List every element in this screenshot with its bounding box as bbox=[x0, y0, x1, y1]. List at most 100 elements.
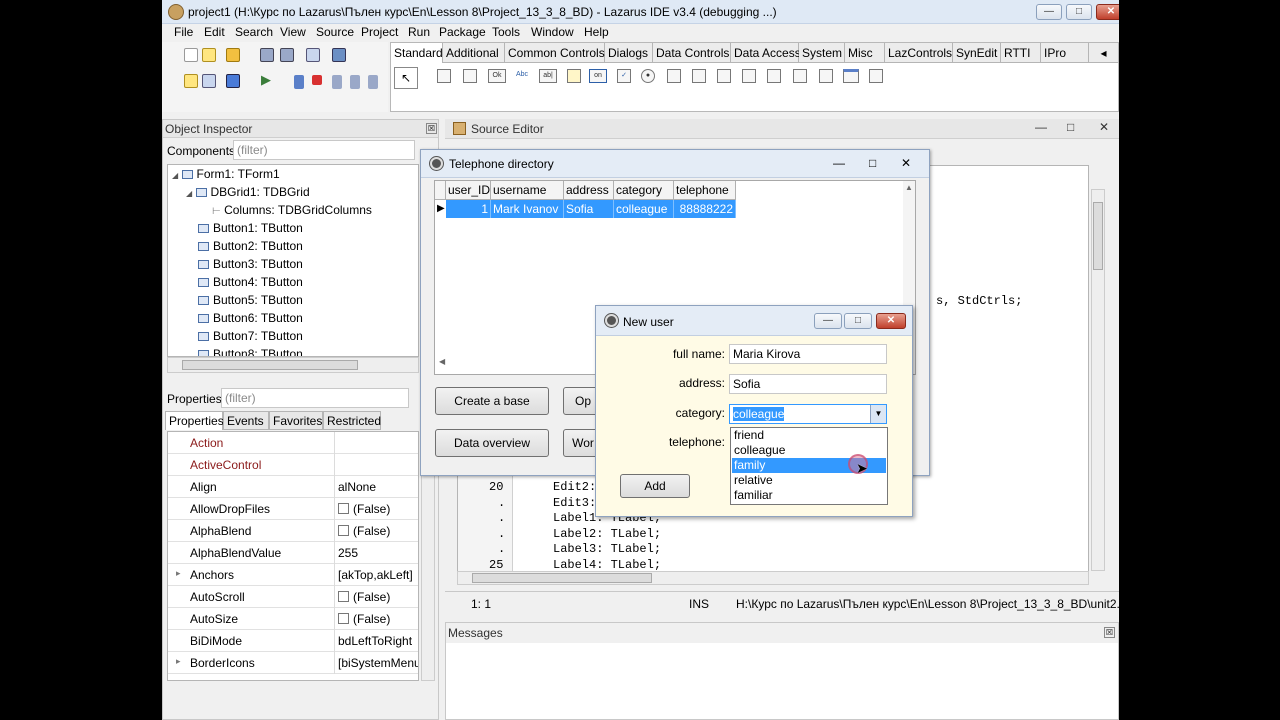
save-all-icon[interactable] bbox=[280, 48, 294, 62]
grid-scroll-left-icon[interactable]: ◀ bbox=[439, 357, 445, 366]
create-base-button[interactable]: Create a base bbox=[435, 387, 549, 415]
tactionlist-icon[interactable] bbox=[869, 69, 883, 83]
menu-window[interactable]: Window bbox=[531, 25, 574, 39]
palette-tab-common-controls[interactable]: Common Controls bbox=[505, 43, 605, 63]
palette-tab-synedit[interactable]: SynEdit bbox=[953, 43, 1001, 63]
tree-item[interactable]: Button8: TButton bbox=[198, 347, 303, 356]
tcheckbox-icon[interactable]: ✓ bbox=[617, 69, 631, 83]
checkbox[interactable] bbox=[338, 503, 349, 514]
nu-maximize-icon[interactable]: □ bbox=[844, 313, 872, 329]
tree-item[interactable]: ◢ DBGrid1: TDBGrid bbox=[186, 185, 310, 203]
tree-item[interactable]: Button3: TButton bbox=[198, 257, 303, 275]
property-row[interactable]: AllowDropFiles (False) bbox=[168, 498, 418, 520]
menu-search[interactable]: Search bbox=[235, 25, 273, 39]
new-unit-icon[interactable] bbox=[184, 48, 198, 62]
tscrollbar-icon[interactable] bbox=[717, 69, 731, 83]
tpanel-icon[interactable] bbox=[819, 69, 833, 83]
menu-project[interactable]: Project bbox=[361, 25, 398, 39]
components-filter-input[interactable]: (filter) bbox=[233, 140, 415, 160]
stop-icon[interactable] bbox=[312, 75, 322, 85]
menu-view[interactable]: View bbox=[280, 25, 306, 39]
column-header[interactable]: username bbox=[491, 181, 564, 200]
messages-close-icon[interactable]: ☒ bbox=[1104, 627, 1115, 638]
tree-item[interactable]: Button2: TButton bbox=[198, 239, 303, 257]
menu-source[interactable]: Source bbox=[316, 25, 354, 39]
se-minimize-icon[interactable]: — bbox=[1035, 120, 1047, 134]
tradiobutton-icon[interactable]: ● bbox=[641, 69, 655, 83]
code-vscrollbar[interactable] bbox=[1091, 189, 1105, 571]
checkbox[interactable] bbox=[338, 525, 349, 536]
save-icon[interactable] bbox=[260, 48, 274, 62]
palette-tab-ipro[interactable]: IPro bbox=[1041, 43, 1089, 63]
close-button[interactable]: ✕ bbox=[1096, 4, 1119, 20]
maximize-button[interactable]: □ bbox=[1066, 4, 1092, 20]
dropdown-option[interactable]: familiar bbox=[732, 488, 886, 503]
tframe-icon[interactable] bbox=[843, 69, 859, 83]
view-units-icon[interactable] bbox=[332, 48, 346, 62]
palette-tab-misc[interactable]: Misc bbox=[845, 43, 885, 63]
ttogglebox-icon[interactable]: on bbox=[589, 69, 607, 83]
view-forms-icon[interactable] bbox=[184, 74, 198, 88]
property-row[interactable]: Action bbox=[168, 432, 418, 454]
nu-minimize-icon[interactable]: — bbox=[814, 313, 842, 329]
se-maximize-icon[interactable]: □ bbox=[1067, 120, 1074, 134]
property-row[interactable]: AutoSize (False) bbox=[168, 608, 418, 630]
properties-filter-input[interactable]: (filter) bbox=[221, 388, 409, 408]
palette-tab-standard[interactable]: Standard bbox=[391, 43, 443, 63]
palette-scroll-left-icon[interactable]: ◂ bbox=[1089, 43, 1119, 63]
tree-item[interactable]: Button7: TButton bbox=[198, 329, 303, 347]
checkbox[interactable] bbox=[338, 613, 349, 624]
column-header[interactable]: telephone bbox=[674, 181, 736, 200]
fullname-field[interactable]: Maria Kirova bbox=[729, 344, 887, 364]
column-header[interactable]: address bbox=[564, 181, 614, 200]
toggle-view-icon[interactable] bbox=[202, 74, 216, 88]
tree-hscrollbar[interactable] bbox=[167, 357, 419, 373]
menu-edit[interactable]: Edit bbox=[204, 25, 225, 39]
step-over-icon[interactable] bbox=[350, 75, 360, 89]
menu-tools[interactable]: Tools bbox=[492, 25, 520, 39]
table-cell[interactable]: 1 bbox=[446, 200, 491, 218]
tab-events[interactable]: Events bbox=[223, 411, 269, 430]
palette-tab-dialogs[interactable]: Dialogs bbox=[605, 43, 653, 63]
tree-item[interactable]: Button4: TButton bbox=[198, 275, 303, 293]
selection-arrow-icon[interactable]: ↖ bbox=[394, 67, 418, 89]
data-overview-button[interactable]: Data overview bbox=[435, 429, 549, 457]
tab-favorites[interactable]: Favorites bbox=[269, 411, 323, 430]
tcombobox-icon[interactable] bbox=[692, 69, 706, 83]
expand-icon[interactable]: ▸ bbox=[176, 656, 181, 667]
build-icon[interactable] bbox=[226, 74, 240, 88]
table-cell[interactable]: 88888222 bbox=[674, 200, 736, 218]
nu-close-icon[interactable]: ✕ bbox=[876, 313, 906, 329]
step-out-icon[interactable] bbox=[368, 75, 378, 89]
category-combobox[interactable]: colleague ▼ bbox=[729, 404, 887, 424]
chevron-down-icon[interactable]: ▼ bbox=[870, 405, 886, 423]
property-row[interactable]: BiDiMode bdLeftToRight bbox=[168, 630, 418, 652]
tmainmenu-icon[interactable] bbox=[437, 69, 451, 83]
property-row[interactable]: Align alNone bbox=[168, 476, 418, 498]
column-header[interactable]: category bbox=[614, 181, 674, 200]
td-close-icon[interactable]: ✕ bbox=[901, 156, 911, 170]
table-cell[interactable]: colleague bbox=[614, 200, 674, 218]
se-close-icon[interactable]: ✕ bbox=[1099, 120, 1109, 134]
palette-tab-lazcontrols[interactable]: LazControls bbox=[885, 43, 953, 63]
run-icon[interactable]: ▶ bbox=[261, 72, 271, 88]
menu-package[interactable]: Package bbox=[439, 25, 486, 39]
column-header[interactable]: user_ID bbox=[446, 181, 491, 200]
tab-restricted[interactable]: Restricted bbox=[323, 411, 381, 430]
palette-tab-data-access[interactable]: Data Access bbox=[731, 43, 801, 63]
tree-item[interactable]: Button5: TButton bbox=[198, 293, 303, 311]
add-button[interactable]: Add bbox=[620, 474, 690, 498]
menu-file[interactable]: File bbox=[174, 25, 193, 39]
palette-tab-rtti[interactable]: RTTI bbox=[1001, 43, 1041, 63]
tree-item[interactable]: ◢ Form1: TForm1 bbox=[172, 167, 280, 185]
dropdown-option[interactable]: friend bbox=[732, 428, 886, 443]
tgroupbox-icon[interactable] bbox=[742, 69, 756, 83]
toggle-form-icon[interactable] bbox=[306, 48, 320, 62]
palette-tab-data-controls[interactable]: Data Controls bbox=[653, 43, 731, 63]
palette-tab-additional[interactable]: Additional bbox=[443, 43, 505, 63]
table-cell[interactable]: Sofia bbox=[564, 200, 614, 218]
td-maximize-icon[interactable]: □ bbox=[869, 156, 876, 170]
property-row[interactable]: AlphaBlend (False) bbox=[168, 520, 418, 542]
property-row[interactable]: ▸ Anchors [akTop,akLeft] bbox=[168, 564, 418, 586]
property-row[interactable]: AlphaBlendValue 255 bbox=[168, 542, 418, 564]
